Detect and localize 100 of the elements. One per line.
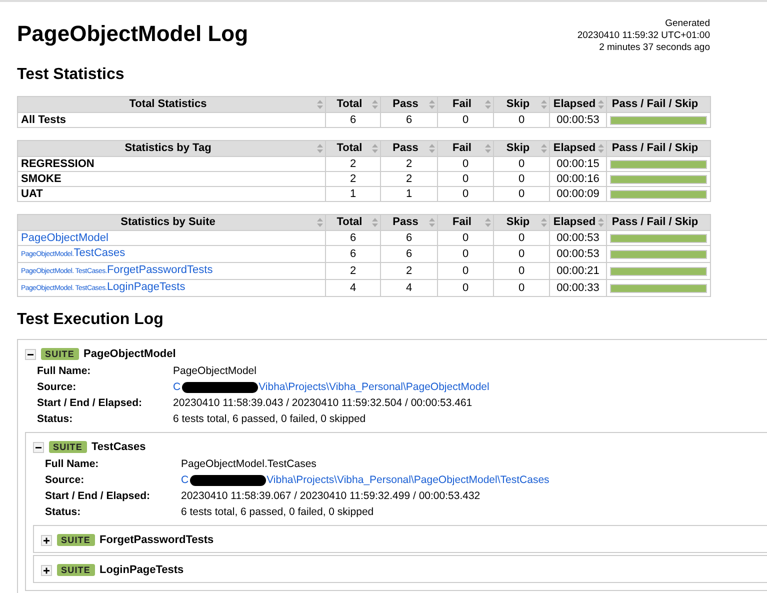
source-link[interactable]: Vibha\Projects\Vibha_Personal\PageObjectModel\TestCases [266,474,550,487]
table-cell: 2 [380,172,438,186]
generated-label: Generated [665,18,710,30]
sort-icon[interactable] [317,100,323,109]
column-header[interactable]: Elapsed [550,214,606,230]
suite-name[interactable]: PageObjectModel [84,348,176,360]
table-cell: 00:00:16 [550,172,606,186]
table-cell: 0 [494,112,550,128]
suite-name[interactable]: TestCases [92,441,146,453]
table-cell: 0 [494,262,550,280]
source-link[interactable]: C [173,381,181,394]
sort-icon[interactable] [372,100,378,109]
detail-label: Full Name: [45,458,100,471]
column-header[interactable]: Total Statistics [18,96,326,112]
detail-label: Status: [45,506,82,519]
column-header[interactable]: Statistics by Tag [18,140,326,156]
detail-label: Source: [45,474,86,487]
column-header[interactable]: Total [326,140,380,156]
sort-icon[interactable] [317,218,323,227]
detail-value: 6 tests total, 6 passed, 0 failed, 0 skipped [173,413,367,426]
table-cell: 4 [380,280,438,296]
table-cell: 6 [326,246,380,262]
column-header: Pass / Fail / Skip [606,140,710,156]
sort-icon[interactable] [485,100,491,109]
detail-value: 20230410 11:58:39.067 / 20230410 11:59:32.499 / 00:00:53.432 [181,490,482,503]
column-header[interactable]: Statistics by Suite [18,214,326,230]
column-header[interactable]: Total [326,96,380,112]
sort-icon[interactable] [485,218,491,227]
column-header[interactable]: Fail [438,96,494,112]
sort-icon[interactable] [485,144,491,153]
sort-icon[interactable] [598,100,604,109]
detail-label: Status: [37,413,74,426]
table-cell: 4 [326,280,380,296]
table-cell: 2 [380,156,438,172]
table-cell: 00:00:09 [550,186,606,202]
table-cell: 00:00:53 [550,246,606,262]
table-cell: 0 [438,186,494,202]
column-header[interactable]: Fail [438,140,494,156]
table-cell: 0 [438,172,494,186]
stat-name: SMOKE [21,173,62,185]
column-header[interactable]: Fail [438,214,494,230]
table-cell: 0 [494,230,550,246]
table-cell: 0 [494,246,550,262]
sort-icon[interactable] [372,144,378,153]
column-header[interactable]: Elapsed [550,96,606,112]
column-header[interactable]: Elapsed [550,140,606,156]
source-link[interactable]: Vibha\Projects\Vibha_Personal\PageObjectModel [258,381,490,394]
table-cell: 2 [326,156,380,172]
suite-name[interactable]: LoginPageTests [100,564,184,576]
table-cell: 00:00:53 [550,112,606,128]
table-cell: 00:00:33 [550,280,606,296]
sort-icon[interactable] [317,144,323,153]
column-header[interactable]: Skip [494,96,550,112]
table-cell: 0 [438,262,494,280]
detail-value: 20230410 11:58:39.043 / 20230410 11:59:32.504 / 00:00:53.461 [173,397,474,410]
column-header[interactable]: Pass [380,140,438,156]
suite-name[interactable]: ForgetPasswordTests [100,534,214,546]
detail-value: PageObjectModel.TestCases [181,458,318,471]
section-heading: Test Execution Log [17,311,164,329]
detail-label: Start / End / Elapsed: [37,397,144,410]
column-header[interactable]: Total [326,214,380,230]
column-header[interactable]: Pass [380,214,438,230]
column-header[interactable]: Skip [494,140,550,156]
sort-icon[interactable] [429,100,435,109]
generated-ago: 2 minutes 37 seconds ago [599,42,710,54]
suite-type-label: SUITE [49,441,87,453]
section-heading: Test Statistics [17,66,126,84]
detail-value: 6 tests total, 6 passed, 0 failed, 0 skipped [181,506,375,519]
suite-type-label: SUITE [57,564,95,576]
table-cell: 0 [494,186,550,202]
suite-type-label: SUITE [41,348,79,360]
stat-name: UAT [21,188,43,200]
sort-icon[interactable] [598,218,604,227]
table-cell: 6 [326,230,380,246]
sort-icon[interactable] [541,218,547,227]
detail-value: PageObjectModel [173,365,258,378]
table-cell: 0 [494,156,550,172]
generated-timestamp: 20230410 11:59:32 UTC+01:00 [577,30,710,42]
column-header[interactable]: Skip [494,214,550,230]
sort-icon[interactable] [598,144,604,153]
expand-icon[interactable] [41,564,52,576]
column-header[interactable]: Pass [380,96,438,112]
sort-icon[interactable] [541,100,547,109]
page-title: PageObjectModel Log [17,21,248,48]
stat-name: REGRESSION [21,158,94,170]
detail-label: Source: [37,381,78,394]
collapse-icon[interactable] [25,348,36,360]
sort-icon[interactable] [541,144,547,153]
table-cell: 0 [494,172,550,186]
column-header: Pass / Fail / Skip [606,214,710,230]
detail-label: Start / End / Elapsed: [45,490,152,503]
source-link[interactable]: C [181,474,189,487]
sort-icon[interactable] [429,144,435,153]
stat-name: All Tests [21,114,66,126]
expand-icon[interactable] [41,534,52,546]
collapse-icon[interactable] [33,442,44,452]
sort-icon[interactable] [372,218,378,227]
table-cell: 6 [380,112,438,128]
sort-icon[interactable] [429,218,435,227]
table-cell: 0 [438,280,494,296]
